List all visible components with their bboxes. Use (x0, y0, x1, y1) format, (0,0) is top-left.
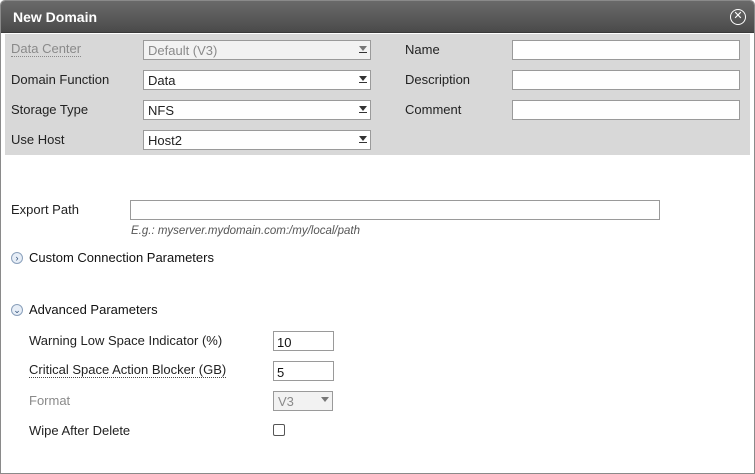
domain-function-select[interactable]: Data (143, 70, 371, 90)
description-label: Description (405, 72, 471, 87)
export-path-field[interactable] (130, 200, 660, 220)
data-center-select: Default (V3) (143, 40, 371, 60)
comment-field[interactable] (512, 100, 740, 120)
dropdown-arrow-icon (359, 46, 367, 51)
advanced-parameters-toggle[interactable]: Advanced Parameters (29, 302, 158, 317)
storage-type-select[interactable]: NFS (143, 100, 371, 120)
export-path-hint: E.g.: myserver.mydomain.com:/my/local/pa… (131, 225, 361, 237)
name-label: Name (405, 42, 440, 57)
domain-function-value: Data (148, 73, 176, 88)
data-center-value: Default (V3) (148, 43, 218, 58)
close-icon[interactable]: ✕ (730, 9, 746, 25)
domain-function-label: Domain Function (11, 72, 110, 87)
comment-label: Comment (405, 102, 462, 117)
description-field[interactable] (512, 70, 740, 90)
new-domain-dialog: New Domain ✕ Data Center Default (V3) Do… (0, 0, 755, 474)
warning-low-space-label: Warning Low Space Indicator (%) (29, 333, 223, 348)
name-field[interactable] (512, 40, 740, 60)
format-value: V3 (278, 394, 294, 409)
chevron-right-icon[interactable]: › (11, 252, 23, 264)
dropdown-arrow-icon (321, 397, 329, 402)
use-host-select[interactable]: Host2 (143, 130, 371, 150)
warning-low-space-field[interactable] (273, 331, 334, 351)
critical-space-label: Critical Space Action Blocker (GB) (29, 362, 227, 378)
storage-type-value: NFS (148, 103, 174, 118)
wipe-after-delete-checkbox[interactable] (273, 424, 285, 436)
use-host-label: Use Host (11, 132, 65, 147)
wipe-after-delete-label: Wipe After Delete (29, 423, 131, 438)
format-select: V3 (273, 391, 333, 411)
export-path-label: Export Path (11, 202, 79, 217)
format-label: Format (29, 393, 71, 408)
storage-type-label: Storage Type (11, 102, 89, 117)
data-center-label: Data Center (11, 41, 82, 57)
chevron-down-icon[interactable]: ⌄ (11, 304, 23, 316)
dropdown-arrow-icon (359, 76, 367, 81)
dialog-titlebar: New Domain ✕ (1, 1, 754, 33)
dropdown-arrow-icon (359, 136, 367, 141)
use-host-value: Host2 (148, 133, 182, 148)
dialog-title: New Domain (13, 9, 98, 25)
critical-space-field[interactable] (273, 361, 334, 381)
dropdown-arrow-icon (359, 106, 367, 111)
custom-connection-toggle[interactable]: Custom Connection Parameters (29, 250, 214, 265)
